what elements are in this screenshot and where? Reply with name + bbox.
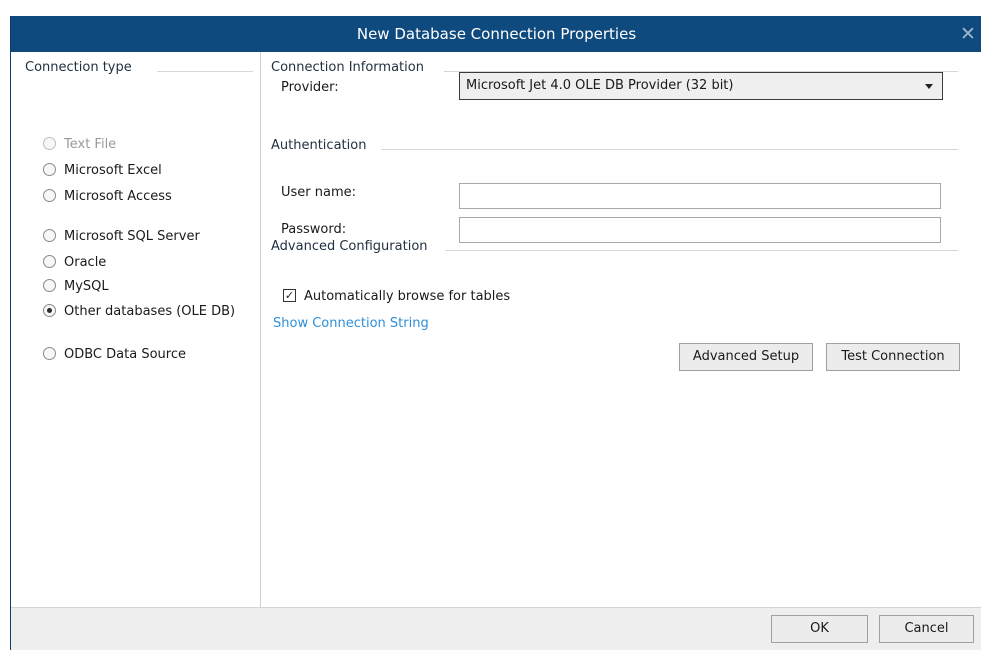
radio-label: Text File bbox=[64, 137, 117, 152]
radio-label: MySQL bbox=[64, 279, 109, 294]
radio-circle bbox=[43, 163, 56, 176]
chevron-down-icon bbox=[925, 84, 933, 89]
radio-label: Microsoft Excel bbox=[64, 163, 162, 178]
test-connection-button[interactable]: Test Connection bbox=[826, 343, 960, 371]
radio-circle bbox=[43, 279, 56, 292]
radio-microsoft-access[interactable]: Microsoft Access bbox=[43, 187, 172, 207]
radio-microsoft-excel[interactable]: Microsoft Excel bbox=[43, 161, 162, 181]
provider-label: Provider: bbox=[281, 80, 339, 95]
advanced-setup-button[interactable]: Advanced Setup bbox=[679, 343, 813, 371]
radio-circle bbox=[43, 255, 56, 268]
radio-text-file[interactable]: Text File bbox=[43, 135, 116, 155]
radio-label: Microsoft Access bbox=[64, 189, 172, 204]
connection-type-heading: Connection type bbox=[25, 60, 132, 75]
section-divider bbox=[381, 149, 958, 150]
dialog-footer: OK Cancel bbox=[11, 607, 981, 650]
dialog-title: New Database Connection Properties bbox=[356, 25, 637, 43]
show-connection-string-link[interactable]: Show Connection String bbox=[273, 316, 429, 331]
auto-browse-label: Automatically browse for tables bbox=[304, 289, 511, 304]
provider-select[interactable]: Microsoft Jet 4.0 OLE DB Provider (32 bi… bbox=[459, 72, 943, 100]
checkmark-icon: ✓ bbox=[283, 289, 296, 302]
auto-browse-checkbox[interactable]: ✓ Automatically browse for tables bbox=[283, 287, 510, 307]
authentication-heading: Authentication bbox=[271, 138, 367, 153]
advanced-config-heading: Advanced Configuration bbox=[271, 239, 428, 254]
radio-microsoft-sql-server[interactable]: Microsoft SQL Server bbox=[43, 227, 200, 247]
password-label: Password: bbox=[281, 222, 347, 237]
connection-type-panel: Connection type Text File Microsoft Exce… bbox=[11, 52, 261, 607]
ok-button[interactable]: OK bbox=[771, 615, 868, 643]
radio-circle bbox=[43, 137, 56, 150]
radio-label: Other databases (OLE DB) bbox=[64, 304, 236, 319]
close-icon[interactable]: ✕ bbox=[958, 16, 978, 52]
title-bar: New Database Connection Properties ✕ bbox=[11, 16, 981, 52]
radio-label: ODBC Data Source bbox=[64, 347, 186, 362]
provider-selected-value: Microsoft Jet 4.0 OLE DB Provider (32 bi… bbox=[466, 78, 734, 93]
username-label: User name: bbox=[281, 185, 357, 200]
username-input[interactable] bbox=[459, 183, 941, 209]
connection-settings-panel: Connection Information Provider: Microso… bbox=[261, 52, 981, 607]
password-input[interactable] bbox=[459, 217, 941, 243]
radio-other-databases[interactable]: Other databases (OLE DB) bbox=[43, 302, 235, 322]
radio-oracle[interactable]: Oracle bbox=[43, 253, 106, 273]
radio-odbc-data-source[interactable]: ODBC Data Source bbox=[43, 345, 186, 365]
radio-circle bbox=[43, 229, 56, 242]
connection-info-heading: Connection Information bbox=[271, 60, 424, 75]
radio-mysql[interactable]: MySQL bbox=[43, 277, 109, 297]
section-divider bbox=[445, 250, 958, 251]
radio-label: Oracle bbox=[64, 255, 107, 270]
cancel-button[interactable]: Cancel bbox=[879, 615, 974, 643]
radio-circle bbox=[43, 189, 56, 202]
connection-properties-dialog: New Database Connection Properties ✕ Con… bbox=[10, 16, 981, 650]
radio-label: Microsoft SQL Server bbox=[64, 229, 200, 244]
radio-circle-selected bbox=[43, 304, 56, 317]
section-divider bbox=[157, 71, 253, 72]
radio-circle bbox=[43, 347, 56, 360]
